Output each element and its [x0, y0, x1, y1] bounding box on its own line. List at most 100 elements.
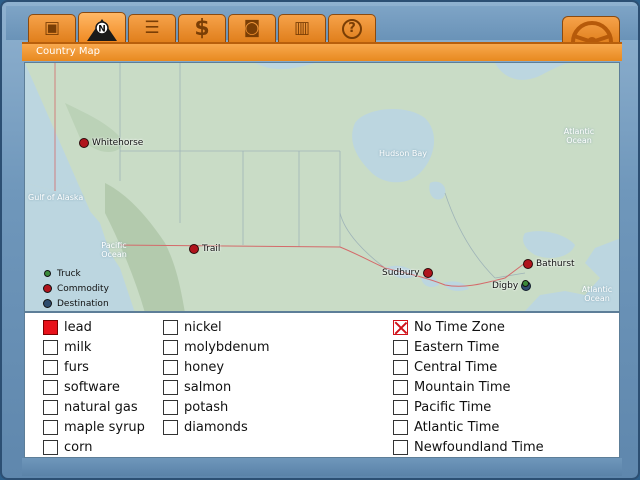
- option-molybdenum[interactable]: molybdenum: [163, 337, 270, 357]
- option-label: furs: [64, 359, 89, 375]
- commodity-marker: [79, 138, 89, 148]
- option-label: milk: [64, 339, 92, 355]
- option-label: natural gas: [64, 399, 138, 415]
- camera-icon: ◙: [243, 18, 261, 38]
- dollar-icon: $: [194, 15, 210, 41]
- svg-text:N: N: [98, 24, 106, 34]
- city-sudbury[interactable]: Sudbury: [382, 268, 433, 278]
- option-no-time-zone[interactable]: No Time Zone: [393, 317, 544, 337]
- map-tab[interactable]: N: [78, 12, 126, 42]
- checkbox[interactable]: [393, 379, 408, 395]
- option-label: honey: [184, 359, 225, 375]
- option-software[interactable]: software: [43, 377, 145, 397]
- legend-truck: Truck: [43, 266, 109, 281]
- pacific-ocean-label: Pacific Ocean: [101, 241, 127, 259]
- atlantic-ocean-label-south: Atlantic Ocean: [581, 285, 613, 303]
- option-furs[interactable]: furs: [43, 357, 145, 377]
- option-corn[interactable]: corn: [43, 437, 145, 457]
- option-label: Newfoundland Time: [414, 439, 544, 455]
- commodity-marker: [189, 244, 199, 254]
- drive-button[interactable]: [562, 16, 620, 44]
- option-potash[interactable]: potash: [163, 397, 270, 417]
- option-label: molybdenum: [184, 339, 270, 355]
- checkbox[interactable]: [393, 399, 408, 415]
- city-label: Trail: [202, 244, 221, 254]
- option-label: maple syrup: [64, 419, 145, 435]
- filter-panel: lead milk furs software natural gas mapl…: [24, 312, 620, 458]
- checkbox[interactable]: [393, 339, 408, 355]
- option-natural-gas[interactable]: natural gas: [43, 397, 145, 417]
- city-trail[interactable]: Trail: [189, 244, 220, 254]
- checkbox[interactable]: [393, 439, 408, 455]
- checkbox[interactable]: [43, 319, 58, 335]
- map-terrain: [25, 63, 619, 311]
- legend-truck-label: Truck: [57, 268, 81, 279]
- checkbox[interactable]: [163, 399, 178, 415]
- option-honey[interactable]: honey: [163, 357, 270, 377]
- checkbox[interactable]: [163, 339, 178, 355]
- city-label: Digby: [492, 281, 519, 291]
- checkbox[interactable]: [163, 419, 178, 435]
- checkbox[interactable]: [393, 359, 408, 375]
- city-label: Whitehorse: [92, 138, 144, 148]
- briefcase-tab[interactable]: ▣: [28, 14, 76, 42]
- book-icon: ▥: [293, 18, 311, 38]
- map-legend: Truck Commodity Destination: [43, 266, 109, 311]
- truck-marker: [522, 280, 529, 287]
- money-tab[interactable]: $: [178, 14, 226, 42]
- briefcase-icon: ▣: [43, 18, 61, 38]
- legend-destination: Destination: [43, 296, 109, 311]
- help-tab[interactable]: ?: [328, 14, 376, 42]
- city-whitehorse[interactable]: Whitehorse: [79, 138, 143, 148]
- option-milk[interactable]: milk: [43, 337, 145, 357]
- option-label: corn: [64, 439, 93, 455]
- option-label: Central Time: [414, 359, 498, 375]
- option-pacific-time[interactable]: Pacific Time: [393, 397, 544, 417]
- steering-wheel-icon: [571, 21, 613, 44]
- checkbox[interactable]: [43, 339, 58, 355]
- city-bathurst[interactable]: Bathurst: [523, 259, 575, 269]
- option-label: Pacific Time: [414, 399, 492, 415]
- option-nickel[interactable]: nickel: [163, 317, 270, 337]
- option-label: Eastern Time: [414, 339, 500, 355]
- option-newfoundland-time[interactable]: Newfoundland Time: [393, 437, 544, 457]
- commodity-list-1: lead milk furs software natural gas mapl…: [43, 317, 145, 457]
- atlantic-ocean-label-north: Atlantic Ocean: [563, 127, 595, 145]
- option-lead[interactable]: lead: [43, 317, 145, 337]
- option-salmon[interactable]: salmon: [163, 377, 270, 397]
- checkbox[interactable]: [163, 359, 178, 375]
- city-label: Bathurst: [536, 259, 575, 269]
- option-label: nickel: [184, 319, 222, 335]
- time-zone-list: No Time Zone Eastern Time Central Time M…: [393, 317, 544, 457]
- option-label: salmon: [184, 379, 232, 395]
- option-label: Mountain Time: [414, 379, 511, 395]
- checkbox[interactable]: [43, 439, 58, 455]
- option-eastern-time[interactable]: Eastern Time: [393, 337, 544, 357]
- country-map[interactable]: Hudson Bay Gulf of Alaska Pacific Ocean …: [24, 62, 620, 312]
- game-frame: ▣ N ☰ $ ◙ ▥ ? Country Map Hudson Bay Gul…: [0, 0, 640, 480]
- checkbox[interactable]: [43, 379, 58, 395]
- option-label: diamonds: [184, 419, 248, 435]
- option-atlantic-time[interactable]: Atlantic Time: [393, 417, 544, 437]
- option-label: No Time Zone: [414, 319, 505, 335]
- checkbox[interactable]: [43, 359, 58, 375]
- checkbox[interactable]: [163, 379, 178, 395]
- checkbox[interactable]: [43, 399, 58, 415]
- compass-icon: N: [87, 18, 117, 41]
- checkbox[interactable]: [393, 319, 408, 335]
- clipboard-tab[interactable]: ☰: [128, 14, 176, 42]
- legend-commodity: Commodity: [43, 281, 109, 296]
- option-label: potash: [184, 399, 229, 415]
- bottom-bar: [22, 458, 622, 476]
- option-diamonds[interactable]: diamonds: [163, 417, 270, 437]
- option-central-time[interactable]: Central Time: [393, 357, 544, 377]
- option-label: software: [64, 379, 120, 395]
- option-mountain-time[interactable]: Mountain Time: [393, 377, 544, 397]
- help-icon: ?: [342, 18, 362, 39]
- checkbox[interactable]: [393, 419, 408, 435]
- option-maple-syrup[interactable]: maple syrup: [43, 417, 145, 437]
- camera-tab[interactable]: ◙: [228, 14, 276, 42]
- checkbox[interactable]: [43, 419, 58, 435]
- checkbox[interactable]: [163, 319, 178, 335]
- book-tab[interactable]: ▥: [278, 14, 326, 42]
